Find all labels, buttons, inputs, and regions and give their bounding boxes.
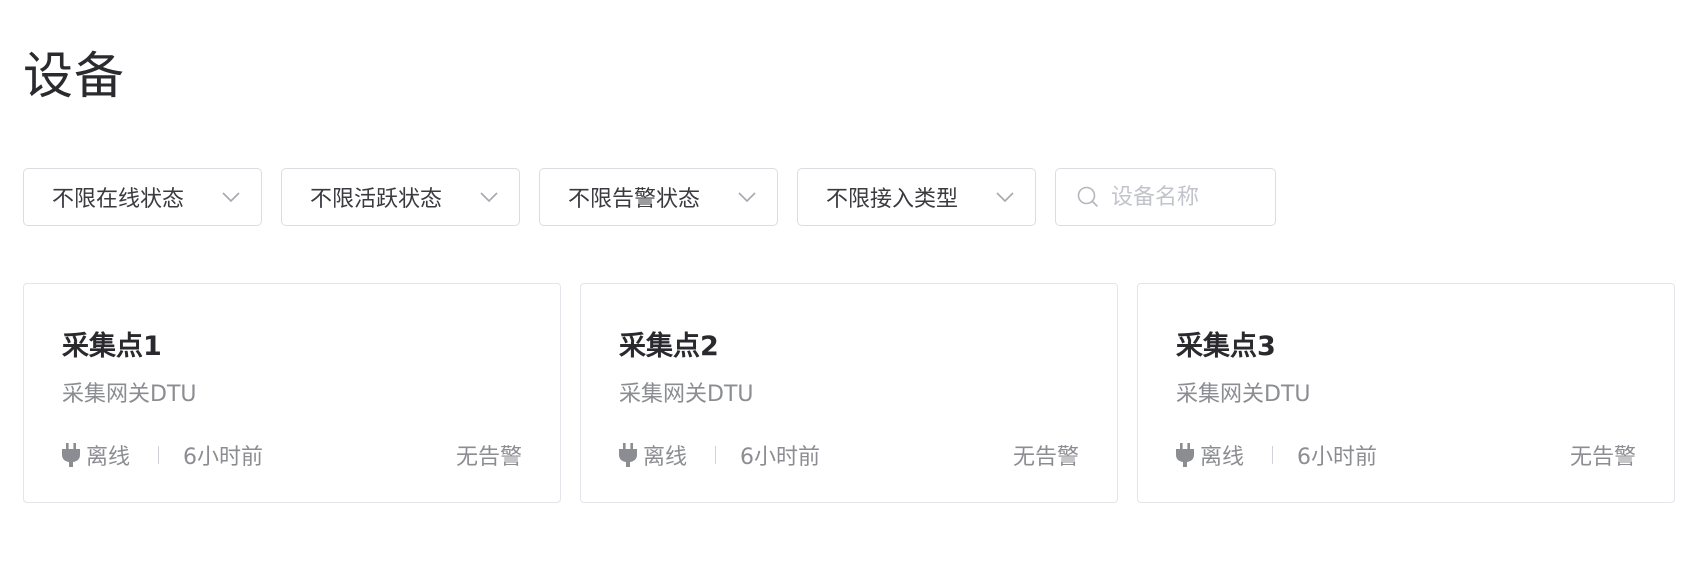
plug-icon — [1176, 442, 1196, 468]
device-type: 采集网关DTU — [1176, 382, 1311, 407]
alarm-status: 无告警 — [1569, 445, 1636, 470]
online-status: 离线 — [86, 445, 131, 470]
devices-page: 设备 不限在线状态 不限活跃状态 不限告警状态 不限接入类型 设备名称 采集点1… — [0, 0, 1702, 564]
plug-icon — [62, 442, 82, 468]
device-card-footer: 离线 6小时前 无告警 — [619, 438, 1079, 472]
device-type: 采集网关DTU — [62, 382, 197, 407]
last-active-time: 6小时前 — [1297, 445, 1378, 470]
device-card[interactable]: 采集点3 采集网关DTU 离线 6小时前 无告警 — [1137, 283, 1675, 503]
filter-bar: 不限在线状态 不限活跃状态 不限告警状态 不限接入类型 — [23, 168, 1276, 226]
alarm-status: 无告警 — [1012, 445, 1079, 470]
access-type-filter[interactable]: 不限接入类型 — [797, 168, 1036, 226]
online-status-filter[interactable]: 不限在线状态 — [23, 168, 262, 226]
device-card[interactable]: 采集点2 采集网关DTU 离线 6小时前 无告警 — [580, 283, 1118, 503]
active-status-filter-label: 不限活跃状态 — [310, 187, 443, 212]
last-active-time: 6小时前 — [183, 445, 264, 470]
device-type: 采集网关DTU — [619, 382, 754, 407]
divider — [158, 446, 160, 464]
active-status-filter[interactable]: 不限活跃状态 — [281, 168, 520, 226]
search-icon — [1076, 185, 1099, 209]
last-active-time: 6小时前 — [740, 445, 821, 470]
device-name: 采集点2 — [619, 331, 719, 362]
device-card-footer: 离线 6小时前 无告警 — [1176, 438, 1636, 472]
alarm-status-filter-label: 不限告警状态 — [568, 187, 701, 212]
page-title: 设备 — [23, 47, 125, 105]
online-status-filter-label: 不限在线状态 — [52, 187, 185, 212]
alarm-status: 无告警 — [455, 445, 522, 470]
divider — [715, 446, 717, 464]
search-input[interactable] — [1111, 184, 1261, 210]
device-name: 采集点1 — [62, 331, 162, 362]
alarm-status-filter[interactable]: 不限告警状态 — [539, 168, 778, 226]
device-card-list: 采集点1 采集网关DTU 离线 6小时前 无告警 采集点2 采集网关DTU 离线… — [23, 283, 1675, 503]
device-card[interactable]: 采集点1 采集网关DTU 离线 6小时前 无告警 — [23, 283, 561, 503]
access-type-filter-label: 不限接入类型 — [826, 187, 959, 212]
chevron-down-icon — [737, 187, 757, 207]
device-name: 采集点3 — [1176, 331, 1276, 362]
online-status: 离线 — [643, 445, 688, 470]
chevron-down-icon — [479, 187, 499, 207]
chevron-down-icon — [995, 187, 1015, 207]
chevron-down-icon — [221, 187, 241, 207]
device-search[interactable] — [1055, 168, 1276, 226]
device-card-footer: 离线 6小时前 无告警 — [62, 438, 522, 472]
divider — [1272, 446, 1274, 464]
plug-icon — [619, 442, 639, 468]
online-status: 离线 — [1200, 445, 1245, 470]
